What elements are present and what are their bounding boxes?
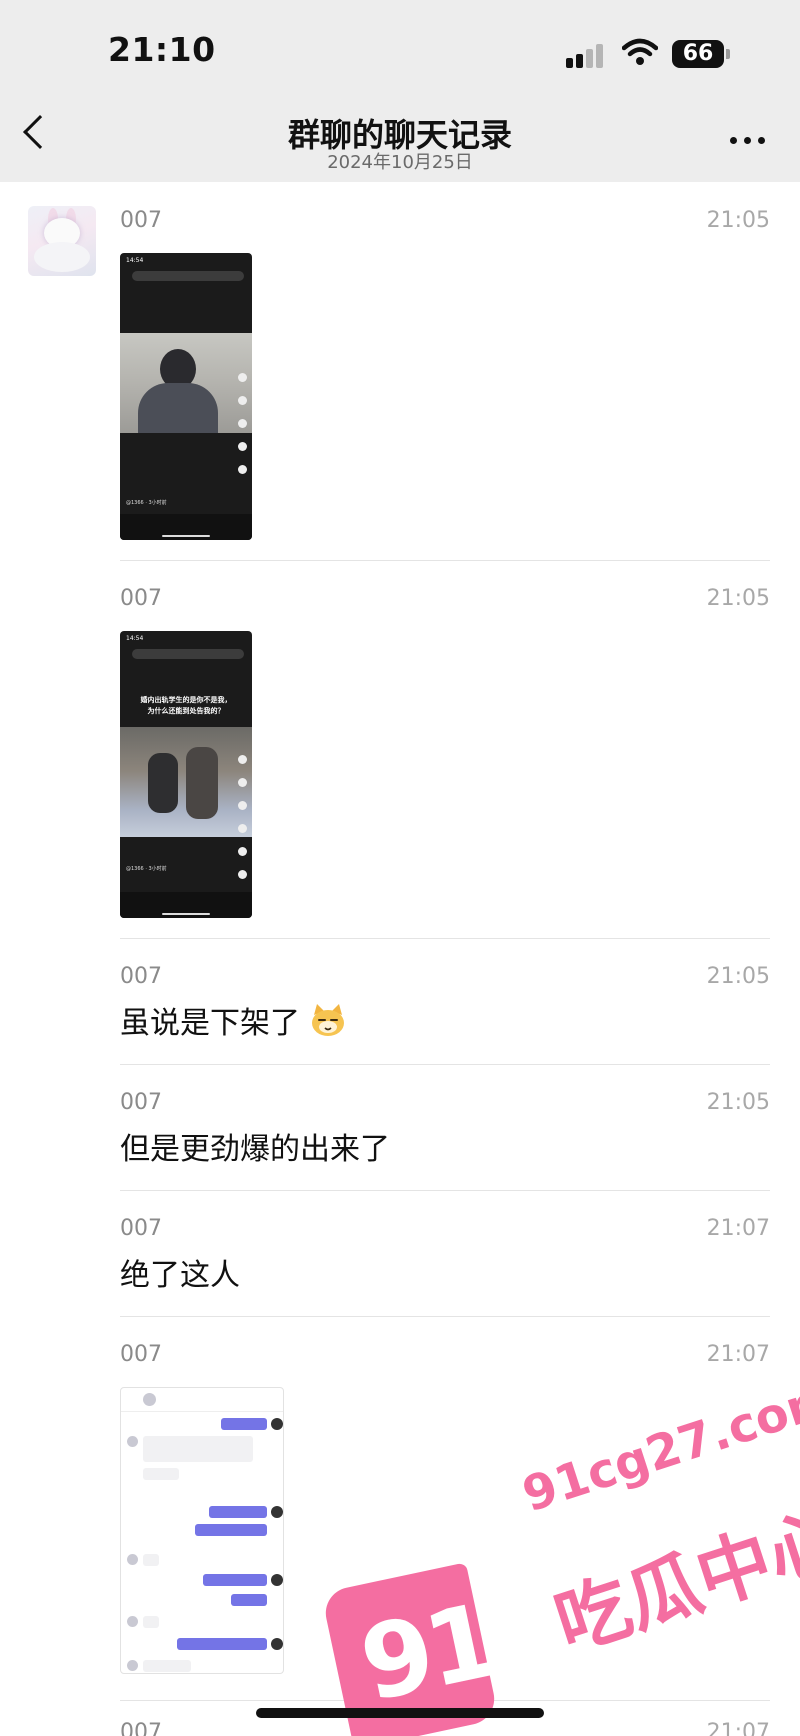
battery-cap	[726, 49, 730, 59]
message-text[interactable]: 绝了这人	[120, 1250, 240, 1294]
overlay-text-line: 为什么还能到处告我的？	[147, 707, 225, 715]
sender-name: 007	[120, 1342, 162, 1367]
message-divider	[120, 1190, 770, 1191]
message-time: 21:05	[706, 1090, 770, 1115]
message-item: 007 21:05 14:54 @1366 · 3小时前	[120, 208, 770, 540]
cellular-signal-icon	[566, 42, 610, 68]
message-time: 21:05	[706, 208, 770, 233]
message-time: 21:07	[706, 1342, 770, 1367]
home-indicator[interactable]	[256, 1708, 544, 1718]
message-time: 21:05	[706, 586, 770, 611]
screenshot-image[interactable]: 14:54 @1366 · 3小时前	[120, 253, 252, 540]
message-item: 007 21:05 但是更劲爆的出来了	[120, 1090, 770, 1180]
avatar[interactable]	[28, 206, 96, 276]
message-item: 007 21:07 绝了这人	[120, 1216, 770, 1306]
cat-emoji-icon	[311, 1004, 344, 1036]
message-divider	[120, 560, 770, 561]
message-time: 21:05	[706, 964, 770, 989]
sender-name: 007	[120, 1090, 162, 1115]
message-item: 007 21:05 虽说是下架了	[120, 964, 770, 1054]
message-divider	[120, 1064, 770, 1065]
message-text[interactable]: 但是更劲爆的出来了	[120, 1124, 390, 1168]
sender-name: 007	[120, 1216, 162, 1241]
message-divider	[120, 1316, 770, 1317]
more-options-icon[interactable]	[730, 137, 766, 145]
page-subtitle-date: 2024年10月25日	[327, 152, 473, 173]
chat-screenshot-image[interactable]	[120, 1387, 284, 1674]
message-text[interactable]: 虽说是下架了	[120, 998, 346, 1042]
message-time: 21:07	[706, 1720, 770, 1736]
status-time: 21:10	[108, 30, 216, 69]
overlay-text-line: 婚内出轨学生的是你不是我，	[140, 696, 232, 704]
sender-name: 007	[120, 1720, 162, 1736]
message-time: 21:07	[706, 1216, 770, 1241]
message-text-content: 虽说是下架了	[120, 1006, 300, 1041]
battery-icon: 66	[672, 40, 724, 68]
wifi-icon	[622, 38, 658, 65]
sender-name: 007	[120, 964, 162, 989]
screenshot-image[interactable]: 14:54 婚内出轨学生的是你不是我， 为什么还能到处告我的？ @1366 · …	[120, 631, 252, 918]
sender-name: 007	[120, 208, 162, 233]
message-divider	[120, 938, 770, 939]
sender-name: 007	[120, 586, 162, 611]
message-item: 007 21:05 14:54 婚内出轨学生的是你不是我， 为什么还能到处告我的…	[120, 586, 770, 918]
